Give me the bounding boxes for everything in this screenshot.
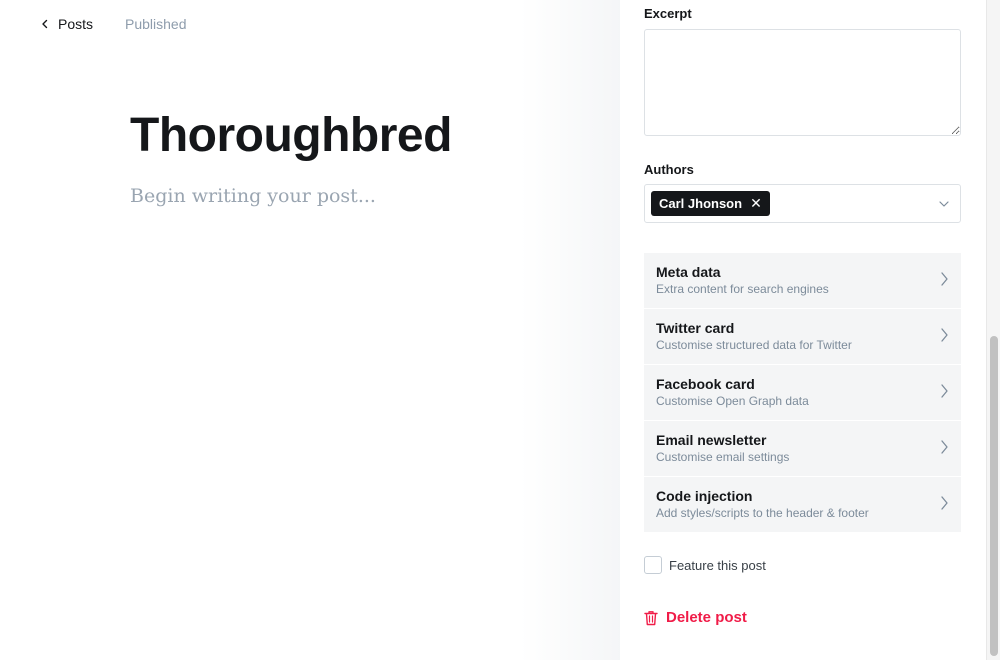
authors-select[interactable]: Carl Jhonson ✕ — [644, 184, 961, 223]
menu-item-description: Customise Open Graph data — [656, 394, 809, 408]
menu-item-title: Facebook card — [656, 376, 755, 392]
menu-item-meta-data[interactable]: Meta data Extra content for search engin… — [644, 253, 961, 308]
authors-label: Authors — [644, 162, 694, 177]
menu-item-twitter-card[interactable]: Twitter card Customise structured data f… — [644, 309, 961, 364]
menu-item-description: Add styles/scripts to the header & foote… — [656, 506, 869, 520]
menu-item-title: Twitter card — [656, 320, 735, 336]
menu-item-description: Customise email settings — [656, 450, 790, 464]
chevron-right-icon — [941, 440, 948, 454]
feature-post-label[interactable]: Feature this post — [669, 558, 766, 573]
post-settings-panel: Excerpt Authors Carl Jhonson ✕ Meta data… — [620, 0, 986, 660]
excerpt-textarea[interactable] — [644, 29, 961, 136]
author-name: Carl Jhonson — [659, 196, 743, 211]
chevron-left-icon — [42, 19, 48, 29]
settings-menu: Meta data Extra content for search engin… — [644, 253, 961, 533]
excerpt-label: Excerpt — [644, 6, 692, 21]
close-icon[interactable]: ✕ — [750, 195, 762, 212]
author-token: Carl Jhonson ✕ — [651, 191, 770, 216]
menu-item-description: Customise structured data for Twitter — [656, 338, 852, 352]
post-body-placeholder[interactable]: Begin writing your post... — [130, 185, 376, 207]
menu-item-title: Code injection — [656, 488, 753, 504]
chevron-right-icon — [941, 272, 948, 286]
menu-item-code-injection[interactable]: Code injection Add styles/scripts to the… — [644, 477, 961, 532]
scrollbar-thumb[interactable] — [990, 336, 998, 656]
menu-item-facebook-card[interactable]: Facebook card Customise Open Graph data — [644, 365, 961, 420]
settings-scrollbar[interactable] — [986, 0, 1000, 660]
post-editor-page: Posts Published Thoroughbred Begin writi… — [0, 0, 1000, 660]
delete-post-label: Delete post — [666, 609, 747, 626]
back-to-posts-link[interactable]: Posts — [40, 16, 93, 32]
menu-item-title: Email newsletter — [656, 432, 767, 448]
editor-topbar: Posts Published — [40, 14, 187, 34]
menu-item-email-newsletter[interactable]: Email newsletter Customise email setting… — [644, 421, 961, 476]
back-link-label: Posts — [58, 16, 94, 32]
delete-post-button[interactable]: Delete post — [644, 609, 747, 626]
chevron-down-icon[interactable] — [938, 199, 950, 209]
post-title[interactable]: Thoroughbred — [130, 108, 452, 163]
settings-shadow — [520, 0, 620, 660]
chevron-right-icon — [941, 328, 948, 342]
chevron-right-icon — [941, 384, 948, 398]
feature-post-checkbox[interactable] — [644, 556, 662, 574]
menu-item-title: Meta data — [656, 264, 721, 280]
post-status: Published — [125, 16, 187, 32]
trash-icon — [644, 610, 658, 625]
chevron-right-icon — [941, 496, 948, 510]
feature-post-toggle: Feature this post — [644, 556, 766, 574]
menu-item-description: Extra content for search engines — [656, 282, 829, 296]
